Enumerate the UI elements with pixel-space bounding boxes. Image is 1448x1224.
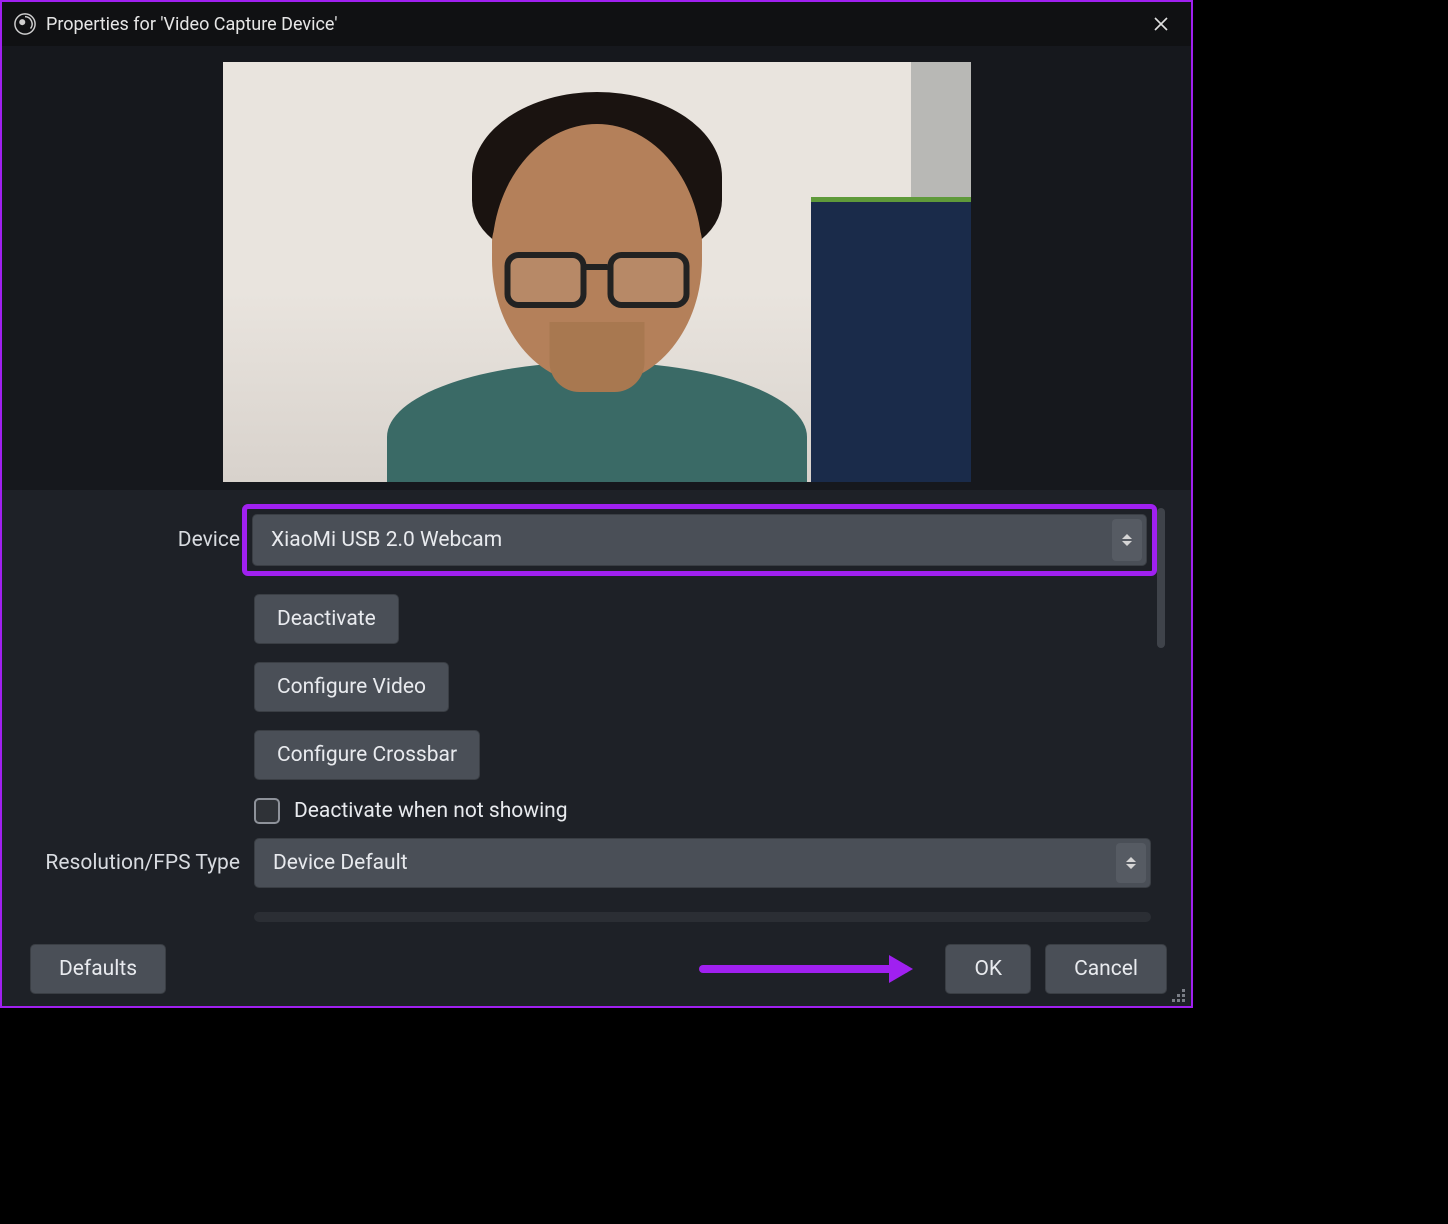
annotation-arrow-to-ok <box>699 965 909 973</box>
device-actions: Deactivate Configure Video Configure Cro… <box>24 594 1151 824</box>
window-title: Properties for 'Video Capture Device' <box>46 14 1143 35</box>
updown-icon <box>1112 519 1142 561</box>
resfps-label: Resolution/FPS Type <box>24 851 254 875</box>
updown-icon <box>1116 843 1146 883</box>
deactivate-when-hidden-checkbox[interactable] <box>254 798 280 824</box>
close-button[interactable] <box>1143 6 1179 42</box>
video-preview <box>223 62 971 482</box>
ok-button[interactable]: OK <box>945 944 1031 994</box>
configure-crossbar-button[interactable]: Configure Crossbar <box>254 730 480 780</box>
titlebar: Properties for 'Video Capture Device' <box>2 2 1191 46</box>
device-select[interactable]: XiaoMi USB 2.0 Webcam <box>252 514 1147 566</box>
vertical-scrollbar[interactable] <box>1157 508 1165 822</box>
vertical-scrollbar-thumb[interactable] <box>1157 508 1165 648</box>
dialog-content: Device XiaoMi USB 2.0 Webcam Deactiv <box>2 46 1191 1006</box>
resfps-row: Resolution/FPS Type Device Default <box>24 838 1151 888</box>
configure-video-button[interactable]: Configure Video <box>254 662 449 712</box>
device-select-value: XiaoMi USB 2.0 Webcam <box>271 528 502 552</box>
form-scroll-area: Device XiaoMi USB 2.0 Webcam Deactiv <box>2 490 1191 932</box>
obs-app-icon <box>14 13 36 35</box>
dialog-footer: Defaults OK Cancel <box>2 932 1191 1006</box>
cancel-button[interactable]: Cancel <box>1045 944 1167 994</box>
horizontal-scrollbar[interactable] <box>254 912 1151 922</box>
preview-area <box>2 46 1191 490</box>
deactivate-when-hidden-label: Deactivate when not showing <box>294 799 568 823</box>
resfps-select[interactable]: Device Default <box>254 838 1151 888</box>
device-label: Device <box>24 528 254 552</box>
resize-grip[interactable] <box>1171 988 1185 1002</box>
defaults-button[interactable]: Defaults <box>30 944 166 994</box>
deactivate-button[interactable]: Deactivate <box>254 594 399 644</box>
annotation-device-highlight: XiaoMi USB 2.0 Webcam <box>242 504 1157 576</box>
deactivate-when-hidden-row: Deactivate when not showing <box>254 798 1151 824</box>
properties-dialog: Properties for 'Video Capture Device' De… <box>2 2 1191 1006</box>
device-row: Device XiaoMi USB 2.0 Webcam <box>24 504 1151 576</box>
resfps-select-value: Device Default <box>273 851 408 875</box>
